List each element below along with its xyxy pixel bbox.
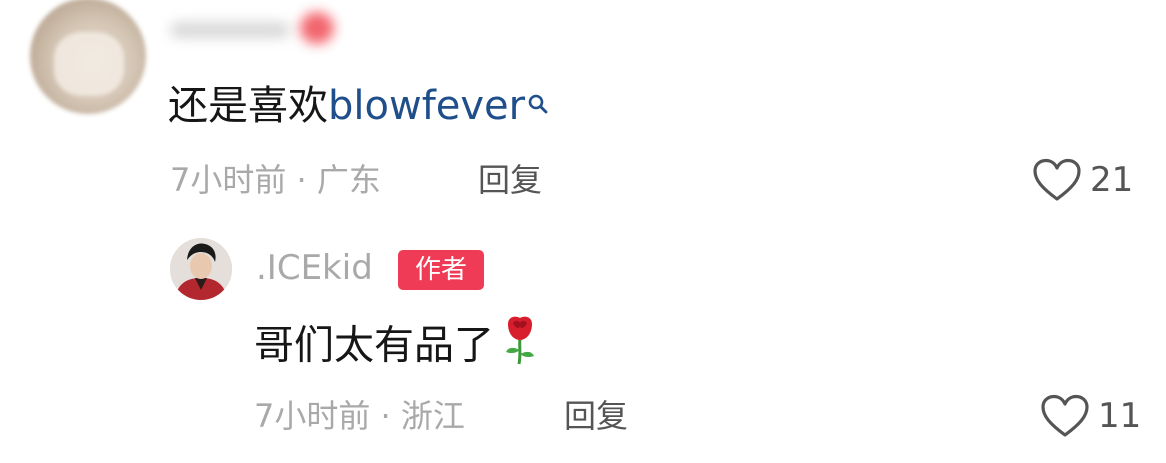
commenter-avatar[interactable] [30, 0, 146, 114]
reply-button[interactable]: 回复 [564, 396, 628, 436]
heart-outline-icon [1032, 158, 1090, 202]
rose-emoji-icon [500, 314, 540, 377]
comment-body: 还是喜欢 [168, 83, 328, 129]
like-count: 11 [1098, 396, 1142, 436]
like-count: 21 [1090, 160, 1134, 200]
heart-outline-icon [1040, 394, 1098, 438]
like-button[interactable]: 11 [1040, 394, 1141, 438]
author-badge: 作者 [398, 250, 484, 290]
comment-text: 还是喜欢blowfever [168, 82, 549, 130]
reply-button[interactable]: 回复 [478, 160, 542, 200]
reply-avatar[interactable] [170, 238, 232, 300]
reply-body: 哥们太有品了 [254, 322, 494, 369]
commenter-name-redacted [170, 6, 334, 46]
comment-meta: 7小时前 · 广东 [170, 161, 381, 199]
reply-text: 哥们太有品了 [254, 316, 540, 379]
reply-username[interactable]: .ICEkid [256, 248, 373, 288]
like-button[interactable]: 21 [1032, 158, 1133, 202]
reply-meta: 7小时前 · 浙江 [254, 397, 465, 435]
comment-thread: 还是喜欢blowfever 7小时前 · 广东 回复 21 .ICEkid 作者… [0, 0, 1166, 463]
search-icon[interactable] [527, 78, 549, 114]
search-link[interactable]: blowfever [328, 83, 525, 129]
